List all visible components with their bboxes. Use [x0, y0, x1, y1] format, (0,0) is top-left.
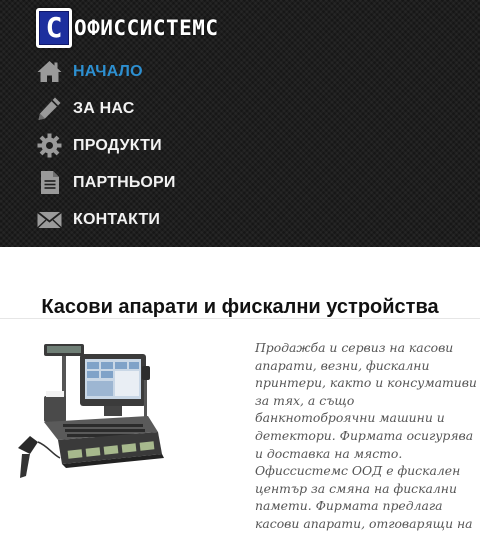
nav-label: ЗА НАС	[73, 99, 135, 117]
cash-register-image	[8, 336, 168, 486]
nav-item-home[interactable]: НАЧАЛО	[36, 53, 456, 90]
nav-item-contacts[interactable]: КОНТАКТИ	[36, 201, 456, 238]
logo-letter: С	[45, 11, 63, 44]
nav-label: ПРОДУКТИ	[73, 136, 162, 154]
nav-label: ПАРТНЬОРИ	[73, 173, 176, 191]
main-nav: НАЧАЛО ЗА НАС ПРОДУКТИ ПАРТНЬОРИ КОНТАКТ…	[36, 53, 456, 238]
gear-icon	[36, 132, 63, 159]
envelope-icon	[36, 206, 63, 233]
document-icon	[36, 169, 63, 196]
nav-item-about[interactable]: ЗА НАС	[36, 90, 456, 127]
nav-item-partners[interactable]: ПАРТНЬОРИ	[36, 164, 456, 201]
page-title: Касови апарати и фискални устройства	[41, 296, 439, 319]
nav-label: КОНТАКТИ	[73, 210, 161, 228]
logo-mark: С	[36, 8, 72, 48]
pencil-icon	[36, 95, 63, 122]
title-divider	[0, 318, 480, 319]
logo-text: ОФИССИСТЕМС	[74, 16, 219, 40]
home-icon	[36, 58, 63, 85]
nav-item-products[interactable]: ПРОДУКТИ	[36, 127, 456, 164]
site-logo[interactable]: С ОФИССИСТЕМС	[36, 7, 219, 49]
nav-label: НАЧАЛО	[73, 62, 143, 80]
site-header: С ОФИССИСТЕМС НАЧАЛО ЗА НАС ПРОДУКТИ ПАР…	[0, 0, 480, 247]
intro-text: Продажба и сервиз на касови апарати, вез…	[255, 340, 477, 531]
